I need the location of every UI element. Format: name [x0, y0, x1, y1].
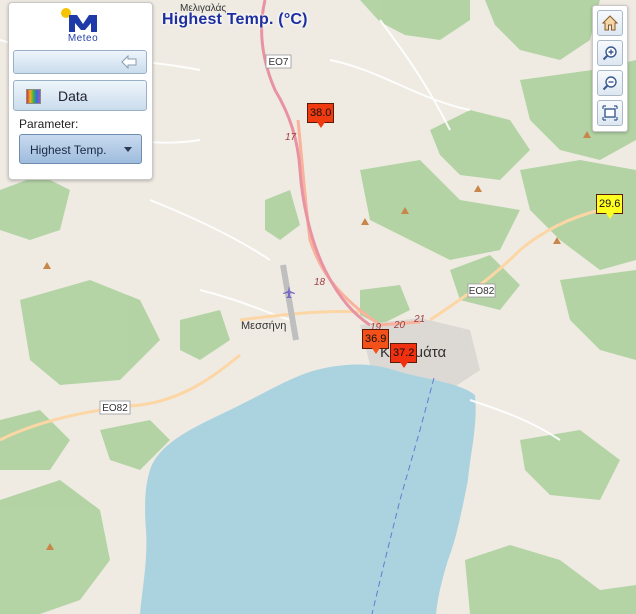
- data-button-label: Data: [58, 88, 88, 104]
- zoom-in-icon: [602, 46, 617, 61]
- zoom-extent-button[interactable]: [597, 100, 623, 126]
- collapse-panel-button[interactable]: [13, 50, 147, 74]
- station-marker[interactable]: 38.0: [307, 103, 334, 128]
- meteo-logo-icon: Meteo: [59, 6, 107, 46]
- parameter-label: Parameter:: [19, 117, 79, 131]
- map-toolbar: [592, 5, 628, 132]
- station-marker[interactable]: 36.9: [362, 329, 389, 354]
- road-shield-eo82-west: ΕΟ82: [99, 400, 131, 415]
- home-button[interactable]: [597, 10, 623, 36]
- road-shield-eo7: ΕΟ7: [265, 54, 292, 69]
- parameter-select[interactable]: Highest Temp.: [19, 134, 142, 164]
- svg-text:ΕΟ7: ΕΟ7: [268, 57, 288, 68]
- svg-text:ΕΟ82: ΕΟ82: [102, 403, 128, 414]
- station-marker[interactable]: 29.6: [596, 194, 623, 219]
- road-shield-eo82-east: ΕΟ82: [467, 283, 496, 298]
- svg-text:ΕΟ82: ΕΟ82: [469, 286, 495, 297]
- extent-icon: [602, 105, 618, 121]
- data-button[interactable]: Data: [13, 80, 147, 111]
- zoom-in-button[interactable]: [597, 40, 623, 66]
- road-number-21: 21: [413, 314, 425, 325]
- road-number-17: 17: [285, 132, 297, 143]
- zoom-out-icon: [602, 76, 617, 91]
- parameter-selected-value: Highest Temp.: [30, 143, 107, 157]
- place-label-messini: Μεσσήνη: [241, 320, 286, 332]
- control-panel: Meteo Data Parameter: Highest Temp.: [8, 2, 153, 180]
- home-icon: [602, 15, 618, 31]
- road-number-18: 18: [314, 277, 326, 288]
- color-legend-icon: [26, 89, 41, 104]
- chevron-down-icon: [124, 147, 132, 152]
- road-number-20: 20: [393, 320, 406, 331]
- map-title: Highest Temp. (°C): [162, 11, 308, 28]
- back-arrow-icon: [121, 55, 137, 69]
- zoom-out-button[interactable]: [597, 70, 623, 96]
- station-marker[interactable]: 37.2: [390, 343, 417, 368]
- logo-text: Meteo: [67, 33, 99, 44]
